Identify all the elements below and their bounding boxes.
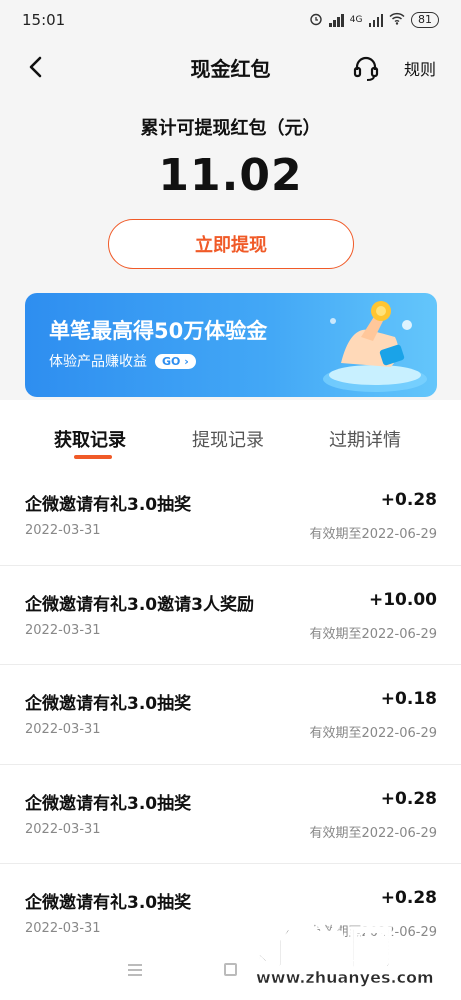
record-expiry: 有效期至2022-06-29 bbox=[309, 726, 437, 741]
record-amount: +0.28 bbox=[380, 788, 437, 809]
signal-icon-2 bbox=[368, 13, 383, 27]
signal-icon bbox=[329, 13, 344, 27]
rules-link[interactable]: 规则 bbox=[404, 56, 436, 80]
record-title: 企微邀请有礼3.0邀请3人奖励 bbox=[25, 594, 254, 615]
record-tabs: 获取记录 提现记录 过期详情 bbox=[0, 416, 461, 462]
withdraw-button[interactable]: 立即提现 bbox=[108, 219, 354, 269]
record-expiry: 有效期至2022-06-29 bbox=[309, 825, 437, 841]
watermark: 好赚网 www.zhuanyes.com bbox=[247, 912, 448, 992]
list-item: 企微邀请有礼3.0抽奖 2022-03-31 +0.28 有效期至2022-06… bbox=[0, 765, 461, 864]
status-bar: 15:01 4G 81 bbox=[0, 0, 461, 40]
record-amount: +0.18 bbox=[380, 689, 437, 709]
battery-indicator: 81 bbox=[411, 12, 439, 28]
banner-title: 单笔最高得50万体验金 bbox=[49, 319, 268, 343]
record-amount: +10.00 bbox=[368, 589, 437, 610]
list-item: 企微邀请有礼3.0邀请3人奖励 2022-03-31 +10.00 有效期至20… bbox=[0, 566, 461, 665]
active-tab-indicator bbox=[74, 455, 112, 459]
list-item: 企微邀请有礼3.0抽奖 2022-03-31 +0.28 有效期至2022-06… bbox=[0, 466, 461, 566]
watermark-url: www.zhuanyes.com bbox=[256, 968, 434, 988]
record-amount: +0.28 bbox=[380, 888, 437, 908]
customer-service-button[interactable] bbox=[352, 54, 380, 82]
status-time: 15:01 bbox=[22, 11, 66, 29]
wifi-icon bbox=[389, 12, 405, 28]
record-title: 企微邀请有礼3.0抽奖 bbox=[25, 495, 192, 515]
record-date: 2022-03-31 bbox=[25, 921, 101, 936]
headset-icon bbox=[353, 56, 379, 81]
banner-subtitle-row: 体验产品赚收益 GO › bbox=[49, 351, 196, 371]
summary-section: 累计可提现红包（元） 11.02 立即提现 单笔最高得50万体验金 体验产品赚收… bbox=[0, 94, 461, 400]
record-date: 2022-03-31 bbox=[25, 722, 101, 737]
promo-banner[interactable]: 单笔最高得50万体验金 体验产品赚收益 GO › bbox=[25, 293, 437, 397]
nav-bar: 现金红包 规则 bbox=[0, 40, 461, 94]
tab-withdraw-records[interactable]: 提现记录 bbox=[192, 426, 264, 452]
go-label: GO bbox=[162, 354, 181, 368]
record-list: 企微邀请有礼3.0抽奖 2022-03-31 +0.28 有效期至2022-06… bbox=[0, 466, 461, 964]
banner-go-button[interactable]: GO › bbox=[155, 353, 196, 369]
record-expiry: 有效期至2022-06-29 bbox=[309, 527, 437, 542]
home-icon[interactable] bbox=[224, 963, 237, 976]
record-title: 企微邀请有礼3.0抽奖 bbox=[25, 893, 192, 913]
record-amount: +0.28 bbox=[380, 490, 437, 510]
status-icons: 4G 81 bbox=[309, 12, 439, 29]
record-expiry: 有效期至2022-06-29 bbox=[309, 626, 437, 642]
record-title: 企微邀请有礼3.0抽奖 bbox=[25, 793, 192, 814]
record-date: 2022-03-31 bbox=[25, 622, 101, 638]
tab-expired-details[interactable]: 过期详情 bbox=[329, 426, 401, 452]
banner-subtitle: 体验产品赚收益 bbox=[49, 354, 147, 370]
back-button[interactable] bbox=[22, 53, 50, 81]
alarm-icon bbox=[309, 12, 323, 29]
record-title: 企微邀请有礼3.0抽奖 bbox=[25, 694, 192, 714]
banner-illustration bbox=[323, 301, 427, 392]
menu-icon[interactable] bbox=[128, 964, 142, 976]
network-type: 4G bbox=[349, 15, 363, 25]
withdrawable-amount: 11.02 bbox=[158, 150, 303, 201]
chevron-left-icon bbox=[29, 56, 42, 78]
record-date: 2022-03-31 bbox=[25, 523, 101, 538]
list-item: 企微邀请有礼3.0抽奖 2022-03-31 +0.18 有效期至2022-06… bbox=[0, 665, 461, 765]
record-date: 2022-03-31 bbox=[25, 821, 101, 837]
withdrawable-label: 累计可提现红包（元） bbox=[140, 118, 321, 139]
tab-earned-records[interactable]: 获取记录 bbox=[54, 426, 126, 452]
page-title: 现金红包 bbox=[190, 56, 271, 81]
